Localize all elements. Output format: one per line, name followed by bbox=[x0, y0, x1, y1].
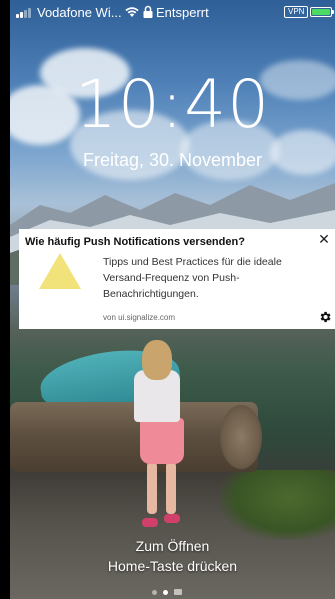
notification-source: von ui.signalize.com bbox=[103, 313, 176, 322]
battery-fill bbox=[312, 9, 330, 15]
push-notification-card[interactable]: Wie häufig Push Notifications versenden?… bbox=[19, 229, 335, 329]
girl-shorts bbox=[140, 418, 184, 464]
log-end bbox=[220, 405, 262, 469]
unlock-hint-line2: Home-Taste drücken bbox=[107, 558, 238, 574]
page-indicator bbox=[152, 588, 182, 596]
unlock-hint-line1: Zum Öffnen bbox=[135, 538, 210, 554]
lock-icon bbox=[143, 5, 153, 18]
close-icon[interactable]: ✕ bbox=[317, 232, 331, 246]
battery-icon bbox=[310, 7, 334, 17]
lockscreen-date: Freitag, 30. November bbox=[82, 150, 263, 170]
vpn-badge: VPN bbox=[284, 6, 309, 18]
triangle-thumbnail bbox=[39, 253, 81, 289]
notification-title: Wie häufig Push Notifications versenden? bbox=[25, 236, 245, 248]
signal-icon bbox=[16, 8, 34, 18]
page-dot bbox=[152, 589, 157, 595]
status-bar: Vodafone Wi... Entsperrt VPN bbox=[10, 0, 335, 26]
lock-state-label: Entsperrt bbox=[156, 5, 209, 20]
girl-shoe-left bbox=[142, 518, 158, 527]
unlock-hint: Zum Öffnen Home-Taste drücken bbox=[10, 536, 335, 576]
girl-hair bbox=[142, 340, 172, 380]
camera-icon bbox=[174, 589, 182, 595]
notification-body: Tipps und Best Practices für die ideale … bbox=[103, 256, 282, 300]
page-dot-active bbox=[163, 589, 168, 595]
girl-shoe-right bbox=[164, 514, 180, 523]
carrier-name: Vodafone Wi... bbox=[37, 5, 122, 20]
girl-leg-left bbox=[147, 462, 157, 514]
gear-icon[interactable] bbox=[318, 310, 332, 324]
wifi-icon bbox=[125, 7, 139, 17]
lockscreen-time: 10:40 bbox=[74, 66, 271, 143]
girl-leg-right bbox=[166, 462, 176, 514]
grass bbox=[220, 470, 335, 540]
